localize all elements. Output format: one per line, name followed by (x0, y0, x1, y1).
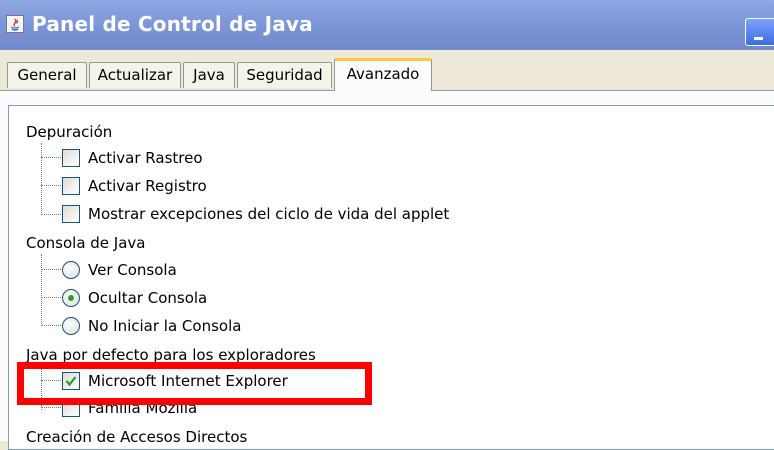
tab-java[interactable]: Java (183, 62, 235, 88)
tab-general[interactable]: General (7, 62, 87, 88)
tab-seguridad[interactable]: Seguridad (237, 62, 332, 88)
option-label: Ocultar Consola (88, 289, 208, 307)
minimize-icon (754, 37, 763, 40)
tree-connector (41, 269, 61, 270)
tree-connector (41, 254, 42, 326)
tree-connector (41, 214, 61, 215)
tree-connector (41, 325, 61, 326)
group-label-depuracion: Depuración (26, 123, 113, 141)
tree-connector (41, 185, 61, 186)
group-label-exploradores: Java por defecto para los exploradores (26, 346, 316, 364)
tab-avanzado[interactable]: Avanzado (334, 58, 432, 91)
tree-connector (41, 143, 42, 215)
option-label: Ver Consola (88, 261, 177, 279)
group-label-accesos-directos: Creación de Accesos Directos (26, 428, 248, 446)
check-icon (65, 376, 77, 387)
checkbox-internet-explorer[interactable] (62, 372, 80, 390)
option-label: Familia Mozilla (88, 399, 198, 417)
group-label-consola: Consola de Java (26, 234, 146, 252)
tab-actualizar[interactable]: Actualizar (89, 62, 181, 88)
title-bar[interactable]: Panel de Control de Java (0, 0, 774, 50)
radio-ocultar-consola[interactable] (62, 289, 80, 307)
radio-no-iniciar-consola[interactable] (62, 317, 80, 335)
option-label: Activar Registro (88, 177, 207, 195)
checkbox-activar-registro[interactable] (62, 177, 80, 195)
checkbox-mostrar-excepciones[interactable] (62, 205, 80, 223)
window-title: Panel de Control de Java (32, 12, 313, 36)
minimize-button[interactable] (745, 18, 774, 46)
option-label: Activar Rastreo (88, 149, 203, 167)
checkbox-activar-rastreo[interactable] (62, 149, 80, 167)
tree-connector (41, 297, 61, 298)
radio-selected-dot (68, 295, 74, 301)
checkbox-familia-mozilla[interactable] (62, 399, 80, 417)
tree-connector (41, 380, 61, 381)
option-label: No Iniciar la Consola (88, 317, 242, 335)
java-icon (6, 15, 24, 33)
tree-connector (41, 157, 61, 158)
tree-connector (41, 407, 61, 408)
option-label: Mostrar excepciones del ciclo de vida de… (88, 205, 450, 223)
tree-connector (41, 366, 42, 410)
option-label: Microsoft Internet Explorer (88, 372, 288, 390)
radio-ver-consola[interactable] (62, 261, 80, 279)
